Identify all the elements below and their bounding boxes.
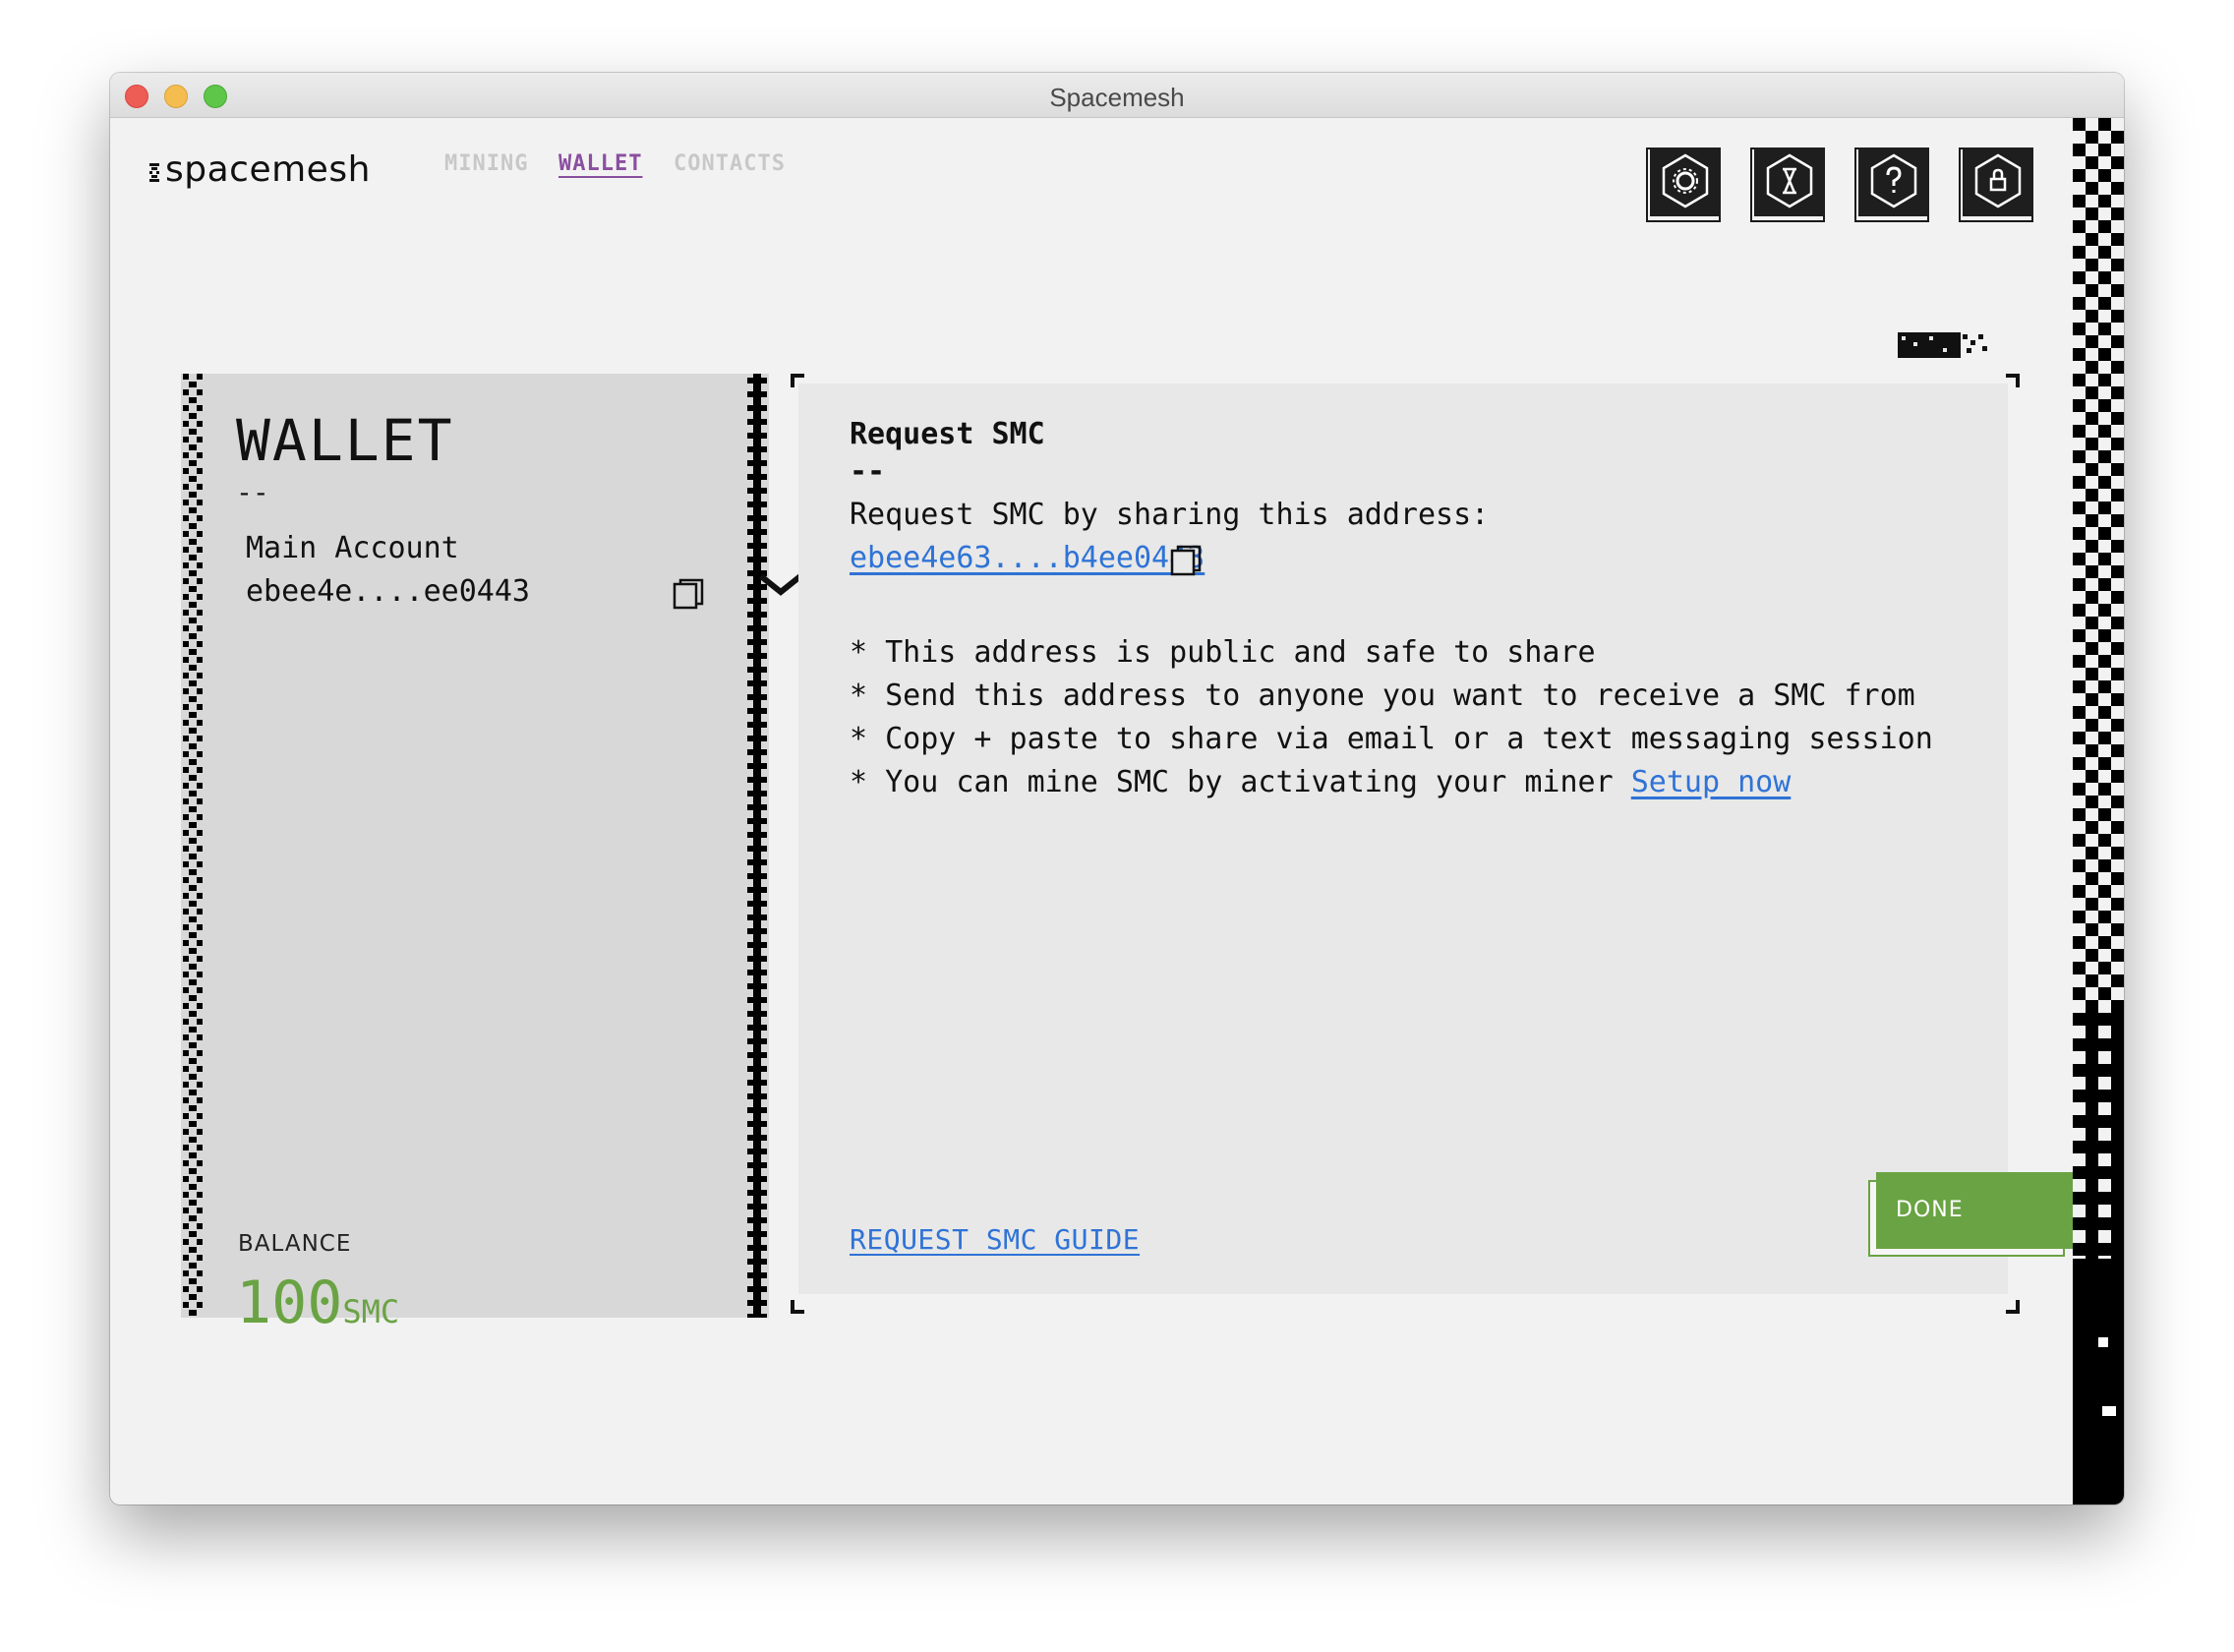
- wallet-panel: WALLET -- Main Account ebee4e....ee0443 …: [181, 374, 802, 1337]
- request-title: Request SMC: [850, 417, 1045, 451]
- balance-unit: SMC: [342, 1293, 400, 1330]
- done-button[interactable]: DONE: [1868, 1172, 2073, 1257]
- logo-mark-icon: [149, 163, 159, 182]
- lock-icon: [1974, 153, 2022, 208]
- balance-amount: 100SMC: [236, 1268, 399, 1337]
- settings-icon: [1662, 153, 1709, 208]
- wallet-panel-left-border: [181, 374, 205, 1318]
- hourglass-icon: [1766, 153, 1813, 208]
- title-bar: Spacemesh: [110, 73, 2124, 118]
- info-bullet: * This address is public and safe to sha…: [850, 635, 1596, 670]
- lock-button[interactable]: [1959, 148, 2033, 222]
- wallet-panel-right-border: [745, 374, 769, 1318]
- balance-value: 100: [236, 1268, 343, 1337]
- balance-label: BALANCE: [238, 1231, 352, 1257]
- done-button-label: DONE: [1896, 1198, 1964, 1222]
- wallet-title: WALLET: [236, 407, 454, 474]
- request-info-list: * This address is public and safe to sha…: [850, 631, 1970, 804]
- request-divider: --: [850, 454, 886, 489]
- wallet-divider: --: [236, 476, 269, 508]
- decorative-pattern-strip: [2073, 118, 2124, 1504]
- copy-request-address-icon[interactable]: [1170, 545, 1204, 576]
- account-address: ebee4e....ee0443: [246, 574, 530, 609]
- settings-button[interactable]: [1646, 148, 1721, 222]
- timer-button[interactable]: [1750, 148, 1825, 222]
- setup-now-link[interactable]: Setup now: [1631, 765, 1792, 799]
- request-smc-panel: Request SMC -- Request SMC by sharing th…: [791, 332, 2073, 1314]
- nav-contacts[interactable]: CONTACTS: [674, 151, 786, 176]
- info-bullet: * Send this address to anyone you want t…: [850, 678, 1915, 713]
- request-address-link[interactable]: ebee4e63....b4ee0443: [850, 541, 1205, 575]
- help-button[interactable]: [1854, 148, 1929, 222]
- account-name: Main Account: [246, 531, 459, 565]
- info-bullet: * Copy + paste to share via email or a t…: [850, 722, 1933, 756]
- info-bullet-mining: * You can mine SMC by activating your mi…: [850, 761, 1970, 804]
- app-window: Spacemesh spacemesh MINING WALLET CONTAC…: [110, 73, 2124, 1504]
- copy-address-icon[interactable]: [673, 578, 706, 610]
- request-smc-guide-link[interactable]: REQUEST SMC GUIDE: [850, 1223, 1140, 1256]
- logo-text: spacemesh: [165, 149, 371, 190]
- decorative-pattern-icon: [1898, 332, 1987, 358]
- help-icon: [1870, 153, 1917, 208]
- request-intro: Request SMC by sharing this address:: [850, 498, 1490, 532]
- window-title: Spacemesh: [1049, 83, 1185, 112]
- nav-mining[interactable]: MINING: [444, 151, 528, 176]
- mining-bullet-text: * You can mine SMC by activating your mi…: [850, 765, 1631, 799]
- nav-wallet[interactable]: WALLET: [558, 151, 642, 176]
